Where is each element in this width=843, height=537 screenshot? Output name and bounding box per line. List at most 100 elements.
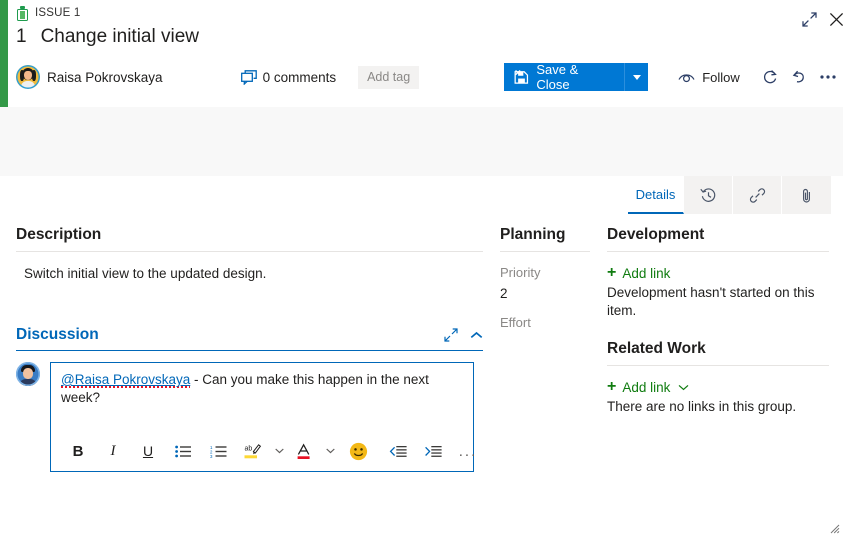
comment-icon (240, 69, 257, 85)
bold-button[interactable]: B (65, 437, 91, 465)
add-tag-button[interactable]: Add tag (358, 65, 420, 89)
work-item-header: ISSUE 1 1 Change initial view Raisa Pokr… (8, 0, 843, 107)
chevron-down-icon (632, 74, 641, 80)
maximize-button[interactable] (795, 6, 823, 32)
indent-button[interactable] (420, 437, 446, 465)
plus-icon: + (607, 264, 617, 281)
priority-value: 2 (500, 286, 508, 301)
numbered-list-button[interactable]: 1 2 3 (205, 437, 231, 465)
resize-handle[interactable] (826, 520, 840, 534)
effort-field[interactable]: Effort (500, 315, 590, 352)
save-and-close-label: Save & Close (536, 62, 579, 92)
avatar (16, 362, 40, 386)
chevron-down-icon[interactable] (678, 384, 689, 391)
tab-history[interactable] (684, 176, 733, 214)
work-item-fields-band: State To Do Reason To Do Area Fabrikam I… (0, 107, 843, 284)
assigned-to-name: Raisa Pokrovskaya (47, 69, 163, 85)
related-work-empty-note: There are no links in this group. (607, 399, 797, 415)
discussion-section: Discussion (16, 326, 483, 351)
highlight-color-dropdown[interactable] (275, 437, 284, 465)
save-icon (514, 69, 529, 84)
font-color-icon (297, 442, 310, 459)
work-item-title-row: 1 Change initial view (16, 26, 199, 48)
description-heading: Description (16, 226, 483, 252)
undo-icon (793, 70, 805, 83)
refresh-icon (764, 70, 778, 84)
plus-icon: + (607, 378, 617, 396)
highlight-color-button[interactable]: ab (240, 437, 266, 465)
development-empty-note: Development hasn't started on this item. (607, 285, 815, 319)
expand-icon (801, 11, 817, 27)
header-actions: Save & Close Follow (504, 62, 843, 92)
development-add-link-button[interactable]: + Add link (607, 265, 829, 281)
work-item-meta-row: Raisa Pokrovskaya 0 comments Add tag (16, 62, 420, 92)
expand-icon (444, 328, 458, 342)
planning-section: Planning Priority 2 Effort (500, 226, 590, 352)
work-item-dialog: ISSUE 1 1 Change initial view Raisa Pokr… (0, 0, 843, 537)
eye-icon (678, 73, 695, 82)
development-section: Development + Add link Development hasn'… (607, 226, 829, 417)
development-add-link-label: Add link (622, 265, 671, 281)
svg-text:ab: ab (245, 445, 253, 452)
comment-input[interactable]: @Raisa Pokrovskaya - Can you make this h… (51, 363, 473, 431)
comment-editor[interactable]: @Raisa Pokrovskaya - Can you make this h… (50, 362, 475, 472)
comment-composer: @Raisa Pokrovskaya - Can you make this h… (16, 362, 475, 472)
discussion-expand-button[interactable] (444, 328, 458, 342)
more-formatting-button[interactable]: ... (455, 437, 481, 465)
follow-button[interactable]: Follow (678, 70, 740, 85)
tab-strip: Details (0, 176, 843, 214)
assigned-to-field[interactable]: Raisa Pokrovskaya (16, 65, 163, 89)
bulleted-list-icon (175, 445, 191, 457)
work-item-type-label: ISSUE 1 (35, 7, 81, 19)
svg-text:3: 3 (210, 453, 213, 457)
work-item-type-row: ISSUE 1 (16, 4, 81, 22)
issue-icon (16, 5, 29, 21)
related-work-heading: Related Work (607, 340, 829, 367)
more-options-button[interactable] (814, 63, 843, 91)
refresh-button[interactable] (756, 63, 785, 91)
highlight-icon: ab (244, 443, 262, 458)
outdent-icon (389, 445, 407, 457)
discussion-collapse-button[interactable] (470, 331, 483, 340)
work-item-id: 1 (16, 26, 27, 47)
close-icon (829, 12, 843, 26)
comments-count-label: 0 comments (262, 69, 337, 85)
chevron-down-icon (326, 448, 335, 454)
underline-button[interactable]: U (135, 437, 161, 465)
outdent-button[interactable] (385, 437, 411, 465)
more-options-icon (820, 75, 837, 79)
work-item-body: Description Switch initial view to the u… (0, 214, 843, 537)
description-section: Description Switch initial view to the u… (16, 226, 483, 281)
tab-links[interactable] (733, 176, 782, 214)
save-options-dropdown[interactable] (625, 63, 648, 91)
chevron-down-icon (275, 448, 284, 454)
work-item-title[interactable]: Change initial view (41, 26, 199, 48)
italic-button[interactable]: I (100, 437, 126, 465)
close-button[interactable] (822, 6, 843, 32)
follow-label: Follow (702, 69, 740, 85)
undo-button[interactable] (785, 63, 814, 91)
work-item-type-color-rail (0, 0, 8, 107)
related-work-add-link-button[interactable]: + Add link (607, 379, 829, 395)
save-and-close-main[interactable]: Save & Close (504, 62, 624, 92)
development-heading: Development (607, 226, 829, 252)
priority-field[interactable]: Priority 2 (500, 265, 590, 302)
indent-icon (425, 445, 442, 457)
emoji-icon (349, 442, 367, 460)
chevron-up-icon (470, 331, 483, 338)
link-icon (749, 187, 765, 203)
save-and-close-button[interactable]: Save & Close (504, 62, 649, 92)
comments-count-button[interactable]: 0 comments (240, 69, 337, 85)
font-color-button[interactable] (291, 437, 317, 465)
description-text[interactable]: Switch initial view to the updated desig… (16, 266, 483, 281)
mention-token[interactable]: @Raisa Pokrovskaya (61, 372, 191, 388)
comment-format-toolbar: B I U 1 2 3 ab ... (51, 431, 475, 471)
history-icon (699, 187, 715, 202)
emoji-button[interactable] (345, 437, 371, 465)
bulleted-list-button[interactable] (170, 437, 196, 465)
tab-attachments[interactable] (782, 176, 831, 214)
font-color-dropdown[interactable] (326, 437, 335, 465)
avatar (16, 65, 40, 89)
related-work-add-link-label: Add link (622, 379, 671, 395)
tab-details[interactable]: Details (628, 176, 684, 214)
